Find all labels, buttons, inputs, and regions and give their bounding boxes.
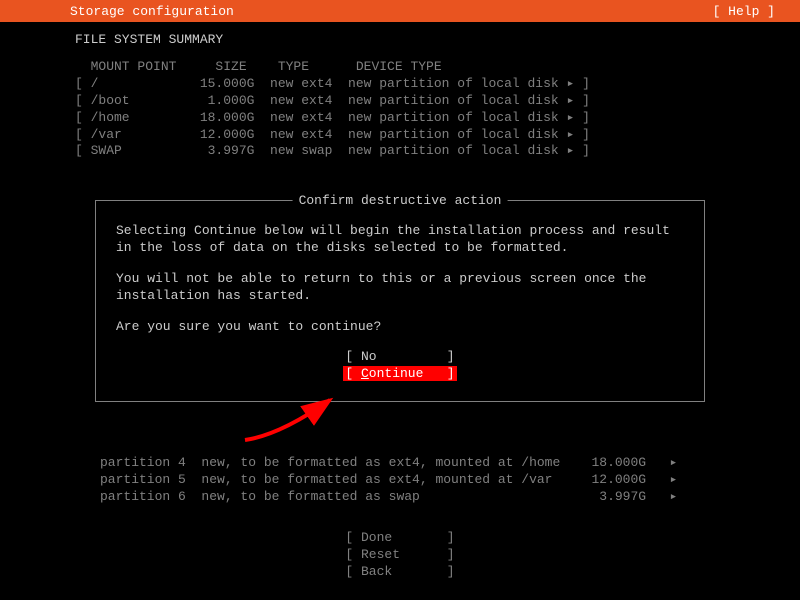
fs-summary-title: FILE SYSTEM SUMMARY xyxy=(75,32,800,47)
page-title: Storage configuration xyxy=(10,4,234,19)
confirm-dialog: Confirm destructive action Selecting Con… xyxy=(95,200,705,402)
dialog-buttons: [ No ] [ Continue ] xyxy=(116,349,684,383)
partition-row[interactable]: partition 4 new, to be formatted as ext4… xyxy=(100,455,677,472)
partition-list: partition 4 new, to be formatted as ext4… xyxy=(100,455,677,506)
arrow-annotation-icon xyxy=(240,395,340,445)
fs-row[interactable]: [ /home 18.000G new ext4 new partition o… xyxy=(75,110,800,127)
partition-row[interactable]: partition 6 new, to be formatted as swap… xyxy=(100,489,677,506)
main-content: FILE SYSTEM SUMMARY MOUNT POINT SIZE TYP… xyxy=(0,22,800,160)
dialog-text: You will not be able to return to this o… xyxy=(116,271,684,305)
help-button[interactable]: [ Help ] xyxy=(713,4,790,19)
fs-row[interactable]: [ /var 12.000G new ext4 new partition of… xyxy=(75,127,800,144)
fs-row[interactable]: [ / 15.000G new ext4 new partition of lo… xyxy=(75,76,800,93)
done-button[interactable]: [ Done ] xyxy=(0,530,800,547)
fs-row[interactable]: [ SWAP 3.997G new swap new partition of … xyxy=(75,143,800,160)
partition-row[interactable]: partition 5 new, to be formatted as ext4… xyxy=(100,472,677,489)
dialog-title: Confirm destructive action xyxy=(293,193,508,208)
bottom-buttons: [ Done ] [ Reset ] [ Back ] xyxy=(0,530,800,581)
header-bar: Storage configuration [ Help ] xyxy=(0,0,800,22)
continue-button[interactable]: [ Continue ] xyxy=(343,366,456,381)
dialog-text: Are you sure you want to continue? xyxy=(116,319,684,336)
reset-button[interactable]: [ Reset ] xyxy=(0,547,800,564)
back-button[interactable]: [ Back ] xyxy=(0,564,800,581)
fs-table-header: MOUNT POINT SIZE TYPE DEVICE TYPE xyxy=(75,59,800,76)
fs-row[interactable]: [ /boot 1.000G new ext4 new partition of… xyxy=(75,93,800,110)
dialog-text: Selecting Continue below will begin the … xyxy=(116,223,684,257)
no-button[interactable]: [ No ] xyxy=(345,349,454,364)
